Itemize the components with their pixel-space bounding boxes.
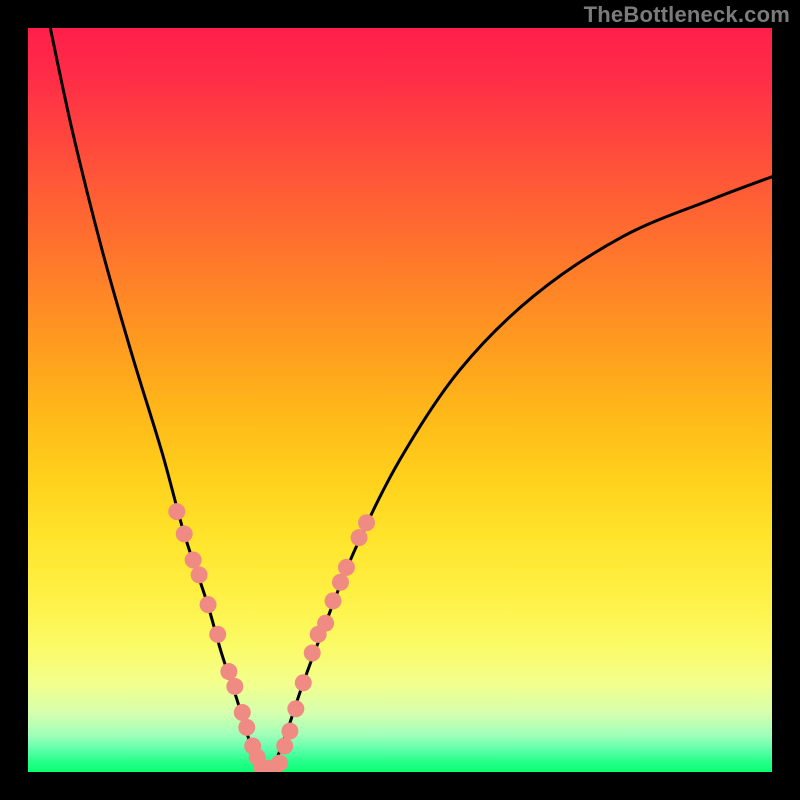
- right-branch-dots-point: [276, 737, 293, 754]
- left-branch-dots-point: [220, 663, 237, 680]
- watermark-text: TheBottleneck.com: [584, 2, 790, 28]
- right-branch-dots-point: [281, 723, 298, 740]
- marker-layer: [168, 503, 375, 772]
- left-branch-dots-point: [209, 626, 226, 643]
- left-branch-dots-point: [176, 525, 193, 542]
- right-branch-dots-point: [351, 529, 368, 546]
- right-branch-dots-point: [325, 592, 342, 609]
- bottleneck-curve: [50, 28, 772, 770]
- left-branch-dots-point: [200, 596, 217, 613]
- chart-frame: TheBottleneck.com: [0, 0, 800, 800]
- right-branch-dots-point: [287, 700, 304, 717]
- trough-dots-point: [271, 755, 288, 772]
- left-branch-dots-point: [168, 503, 185, 520]
- left-branch-dots-point: [185, 551, 202, 568]
- right-branch-dots-point: [317, 615, 334, 632]
- left-branch-dots-point: [226, 678, 243, 695]
- chart-svg: [28, 28, 772, 772]
- left-branch-dots-point: [234, 704, 251, 721]
- plot-area: [28, 28, 772, 772]
- right-branch-dots-point: [358, 514, 375, 531]
- right-branch-dots-point: [304, 644, 321, 661]
- right-branch-dots-point: [338, 559, 355, 576]
- left-branch-dots-point: [238, 719, 255, 736]
- right-branch-dots-point: [295, 674, 312, 691]
- left-branch-dots-point: [191, 566, 208, 583]
- right-branch-dots-point: [332, 574, 349, 591]
